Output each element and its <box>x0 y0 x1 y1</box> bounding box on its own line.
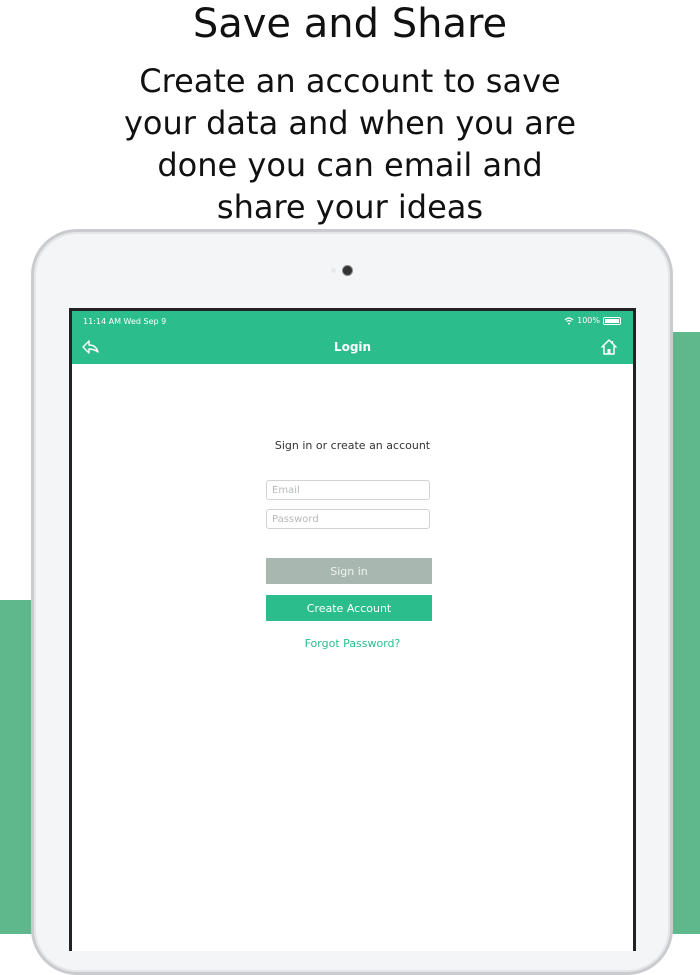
navigation-bar: Login <box>72 333 633 364</box>
password-field[interactable] <box>266 509 430 529</box>
sign-in-button[interactable]: Sign in <box>266 558 432 584</box>
home-icon[interactable] <box>599 337 619 357</box>
forgot-password-link[interactable]: Forgot Password? <box>72 637 633 650</box>
device-screen: 11:14 AM Wed Sep 9 100% Login Sign in or… <box>69 308 636 951</box>
wifi-icon <box>564 316 574 325</box>
promo-subhead: Create an account to save your data and … <box>123 62 577 226</box>
status-indicators: 100% <box>564 316 621 325</box>
login-content: Sign in or create an account Sign in Cre… <box>72 364 633 951</box>
page-title: Login <box>333 340 372 354</box>
status-time: 11:14 AM Wed Sep 9 <box>83 317 167 326</box>
login-prompt: Sign in or create an account <box>274 439 431 452</box>
camera-icon <box>343 266 352 275</box>
email-field[interactable] <box>266 480 430 500</box>
battery-percent: 100% <box>577 316 600 325</box>
camera-sensor <box>331 268 336 273</box>
battery-icon <box>603 316 621 325</box>
status-bar: 11:14 AM Wed Sep 9 100% <box>72 311 633 333</box>
create-account-button[interactable]: Create Account <box>266 595 432 621</box>
promo-headline: Save and Share <box>192 1 508 47</box>
